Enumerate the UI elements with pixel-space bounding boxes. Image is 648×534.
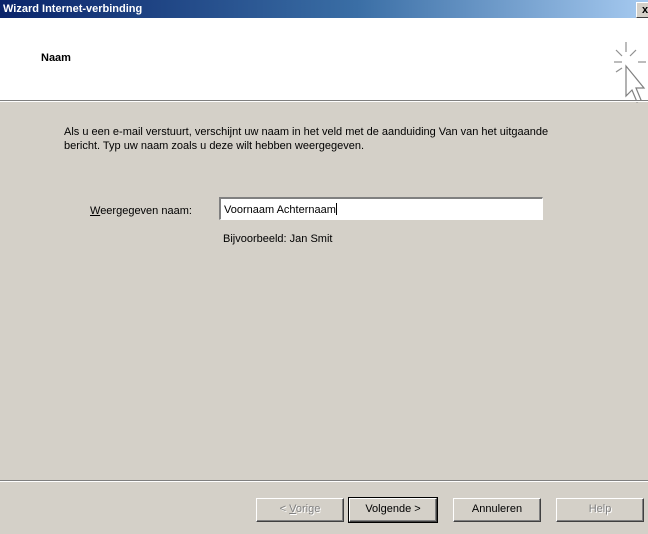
back-button[interactable]: < Vorige (256, 498, 344, 522)
window-title: Wizard Internet-verbinding (3, 3, 143, 15)
back-button-mnemonic: V (289, 503, 296, 515)
text-caret (335, 203, 337, 215)
next-button[interactable]: Volgende > (348, 497, 438, 523)
display-name-label: Weergegeven naam: (90, 205, 192, 217)
back-button-prefix: < (279, 503, 290, 515)
example-hint: Bijvoorbeeld: Jan Smit (223, 233, 333, 245)
close-icon[interactable]: x (636, 2, 648, 18)
title-bar: Wizard Internet-verbinding x (0, 0, 648, 18)
help-button[interactable]: Help (556, 498, 644, 522)
header-separator (0, 100, 648, 102)
cancel-button[interactable]: Annuleren (453, 498, 541, 522)
back-button-text: orige (295, 503, 321, 515)
intro-text: Als u een e-mail verstuurt, verschijnt u… (64, 126, 549, 152)
display-name-label-text: eergegeven naam: (100, 205, 192, 217)
display-name-value: Voornaam Achternaam (224, 204, 336, 216)
display-name-input[interactable]: Voornaam Achternaam (219, 197, 543, 220)
footer-separator (0, 480, 648, 482)
wizard-header: Naam (0, 18, 648, 103)
display-name-label-mnemonic: W (90, 205, 101, 217)
page-title: Naam (41, 52, 71, 64)
